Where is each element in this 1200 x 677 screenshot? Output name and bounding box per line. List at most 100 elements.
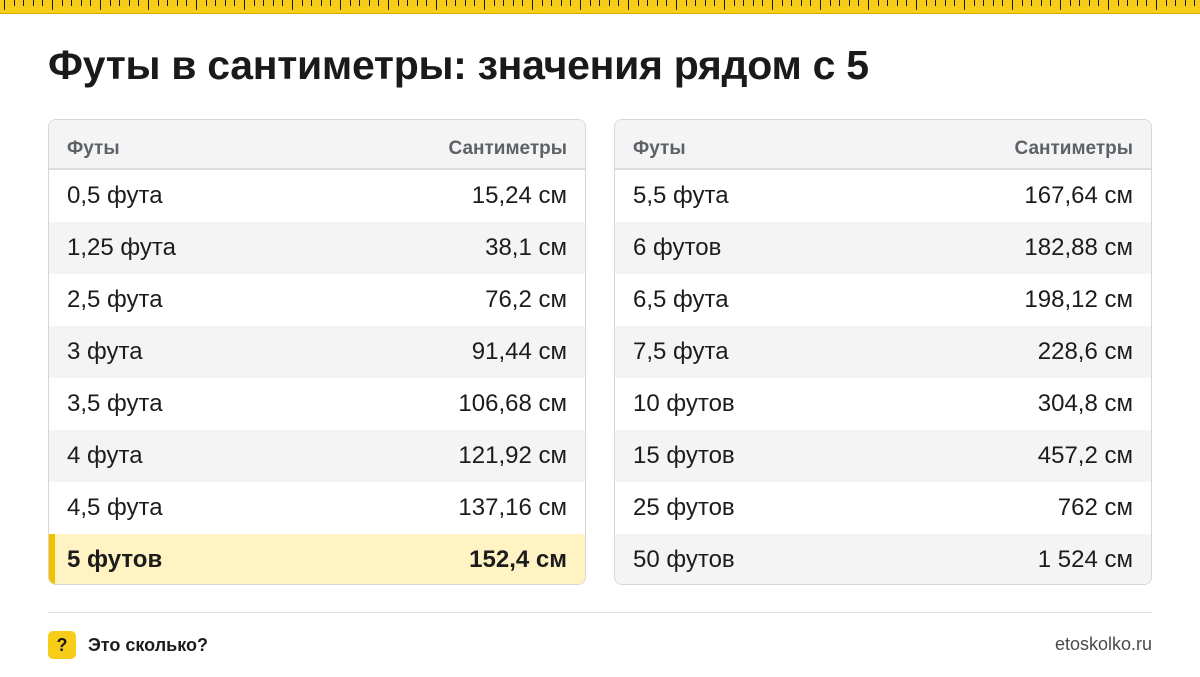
ruler-tick [954,0,956,6]
cell-centimeters: 106,68 см [458,390,567,417]
ruler-tick [311,0,313,6]
ruler-tick [589,0,591,6]
cell-feet: 10 футов [633,390,735,417]
cell-centimeters: 182,88 см [1024,234,1133,261]
cell-feet: 6,5 фута [633,286,729,313]
ruler-tick [820,0,821,10]
ruler-tick [445,0,447,6]
ruler-tick [1040,0,1042,6]
header-feet: Футы [633,138,686,159]
ruler-tick [608,0,610,6]
ruler-tick [666,0,668,6]
cell-feet: 2,5 фута [67,286,163,313]
site-link[interactable]: etoskolko.ru [1055,634,1152,655]
ruler-tick [196,0,197,10]
cell-centimeters: 137,16 см [458,494,567,521]
ruler-tick [906,0,908,6]
ruler-tick [397,0,399,6]
ruler-tick [272,0,274,6]
cell-feet: 25 футов [633,494,735,521]
table-row: 3,5 фута 106,68 см [49,378,585,430]
question-mark-icon: ? [48,631,76,659]
ruler-tick [1108,0,1109,10]
ruler-tick [263,0,265,6]
ruler-tick [23,0,25,6]
cell-feet: 5,5 фута [633,182,729,209]
ruler-tick [119,0,121,6]
ruler-tick [301,0,303,6]
table-row: 6 футов 182,88 см [615,222,1151,274]
ruler-tick [733,0,735,6]
cell-feet: 3 фута [67,338,143,365]
ruler-tick [244,0,245,10]
ruler-tick [1060,0,1061,10]
ruler-tick [215,0,217,6]
ruler-tick [685,0,687,6]
ruler-tick [1117,0,1119,6]
ruler-tick [493,0,495,6]
ruler-tick [532,0,533,10]
cell-feet: 4,5 фута [67,494,163,521]
ruler-tick [1002,0,1004,6]
ruler-tick [772,0,773,10]
ruler-tick [743,0,745,6]
cell-centimeters: 457,2 см [1037,442,1133,469]
ruler-tick [340,0,341,10]
ruler-tick [560,0,562,6]
ruler-tick [704,0,706,6]
table-row: 6,5 фута 198,12 см [615,274,1151,326]
table-body-right: 5,5 фута 167,64 см 6 футов 182,88 см 6,5 фут… [615,170,1151,584]
header-centimeters: Сантиметры [1014,138,1134,159]
ruler-tick [522,0,524,6]
ruler-tick [253,0,255,6]
cell-feet: 1,25 фута [67,234,176,261]
ruler-tick [1021,0,1023,6]
ruler-tick [13,0,15,6]
ruler-tick [944,0,946,6]
cell-centimeters: 167,64 см [1024,182,1133,209]
ruler-tick [676,0,677,10]
ruler-tick [42,0,44,6]
brand-logo[interactable]: ? Это сколько? [48,631,208,659]
ruler-tick [858,0,860,6]
ruler-tick [148,0,149,10]
ruler-tick [205,0,207,6]
ruler-tick [80,0,82,6]
ruler-tick [1184,0,1186,6]
cell-centimeters: 762 см [1057,494,1133,521]
ruler-tick [455,0,457,6]
ruler-tick [896,0,898,6]
ruler-tick [714,0,716,6]
ruler-tick [1175,0,1177,6]
ruler-tick [1146,0,1148,6]
table-row: 10 футов 304,8 см [615,378,1151,430]
ruler-tick [829,0,831,6]
ruler-tick [330,0,332,6]
ruler-tick [1136,0,1138,6]
ruler-tick [800,0,802,6]
table-row: 5,5 фута 167,64 см [615,170,1151,222]
table-row: 4 фута 121,92 см [49,430,585,482]
ruler-tick [416,0,418,6]
table-row-highlighted: 5 футов 152,4 см [49,534,585,584]
ruler-tick [599,0,601,6]
ruler-tick [503,0,505,6]
ruler-tick [4,0,5,10]
ruler-tick [752,0,754,6]
cell-centimeters: 91,44 см [471,338,567,365]
table-header: Футы Сантиметры [49,120,585,170]
ruler-tick [138,0,140,6]
ruler-tick [628,0,629,10]
cell-feet: 15 футов [633,442,735,469]
cell-centimeters: 304,8 см [1037,390,1133,417]
ruler-tick [436,0,437,10]
ruler-tick [839,0,841,6]
ruler-tick [90,0,92,6]
ruler-tick [695,0,697,6]
cell-feet: 7,5 фута [633,338,729,365]
table-row: 1,25 фута 38,1 см [49,222,585,274]
ruler-tick [224,0,226,6]
conversion-table-left: Футы Сантиметры 0,5 фута 15,24 см 1,25 фут… [48,119,586,585]
ruler-tick [474,0,476,6]
ruler-tick [1079,0,1081,6]
